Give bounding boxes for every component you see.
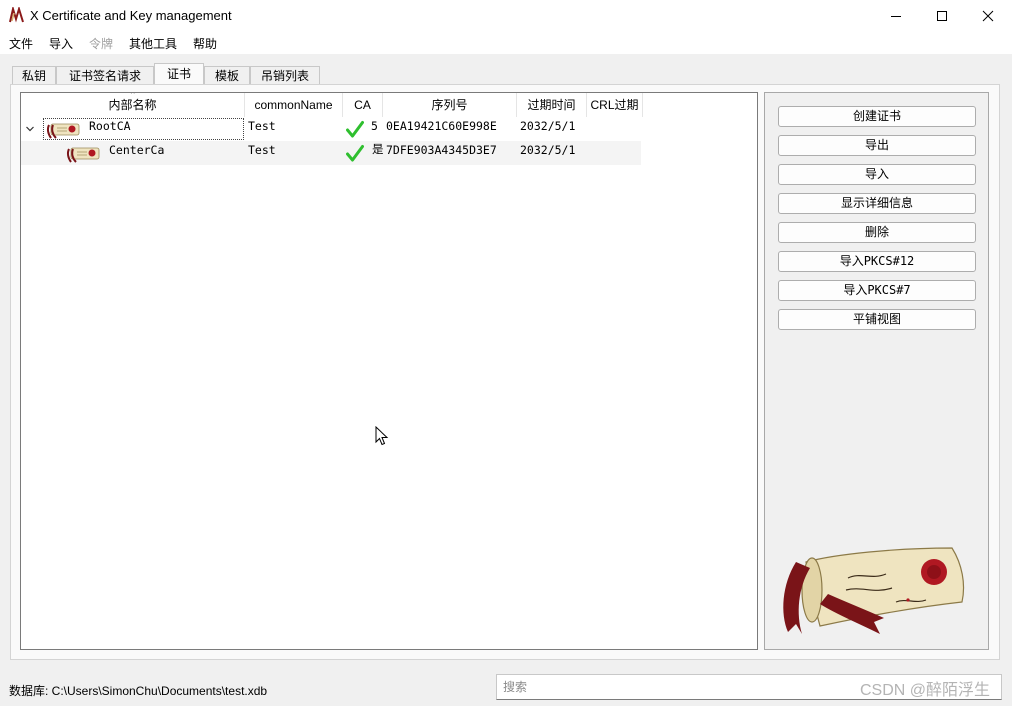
menu-bar: 文件 导入 令牌 其他工具 帮助	[0, 32, 1012, 54]
menu-token[interactable]: 令牌	[89, 35, 113, 52]
cell-ca-extra: 5	[371, 119, 378, 133]
cell-serial: 0EA19421C60E998E	[386, 119, 497, 133]
cell-internal-name: CenterCa	[109, 143, 165, 157]
show-details-button[interactable]: 显示详细信息	[778, 193, 976, 214]
close-icon	[982, 10, 994, 22]
cell-ca-extra: 是	[372, 144, 384, 156]
certificate-tree[interactable]: ⌃ 内部名称 commonName CA 序列号 过期时间 CRL过期 Root…	[20, 92, 758, 650]
cell-serial: 7DFE903A4345D3E7	[386, 143, 497, 157]
import-pkcs12-button[interactable]: 导入PKCS#12	[778, 251, 976, 272]
mouse-cursor-icon	[375, 426, 389, 446]
minimize-button[interactable]	[873, 0, 919, 32]
menu-other-tools[interactable]: 其他工具	[129, 35, 177, 52]
tab-csr[interactable]: 证书签名请求	[56, 66, 154, 84]
maximize-button[interactable]	[919, 0, 965, 32]
tab-certificates[interactable]: 证书	[154, 63, 204, 84]
tab-private-keys[interactable]: 私钥	[12, 66, 56, 84]
column-header-crl-expiry[interactable]: CRL过期	[587, 93, 643, 117]
certificate-scroll-image	[783, 547, 965, 634]
cell-common-name: Test	[248, 119, 276, 133]
maximize-icon	[937, 11, 947, 21]
title-bar: X Certificate and Key management	[0, 0, 1012, 32]
window-title: X Certificate and Key management	[30, 8, 232, 23]
chevron-down-icon[interactable]	[25, 124, 35, 134]
column-header-internal-name[interactable]: ⌃ 内部名称	[21, 93, 245, 117]
checkmark-icon	[346, 121, 364, 138]
tab-bar: 私钥 证书签名请求 证书 模板 吊销列表	[0, 54, 1012, 84]
tile-view-button[interactable]: 平铺视图	[778, 309, 976, 330]
export-button[interactable]: 导出	[778, 135, 976, 156]
tab-templates[interactable]: 模板	[204, 66, 250, 84]
checkmark-icon	[346, 145, 364, 162]
cell-common-name: Test	[248, 143, 276, 157]
import-button[interactable]: 导入	[778, 164, 976, 185]
database-path: 数据库: C:\Users\SimonChu\Documents\test.xd…	[9, 684, 268, 698]
cell-expiry: 2032/5/1	[520, 143, 576, 157]
close-button[interactable]	[965, 0, 1011, 32]
certificate-icon	[46, 123, 80, 139]
menu-import[interactable]: 导入	[49, 35, 73, 52]
app-icon	[9, 7, 24, 23]
sort-indicator-icon: ⌃	[129, 92, 137, 100]
menu-help[interactable]: 帮助	[193, 35, 217, 52]
delete-button[interactable]: 删除	[778, 222, 976, 243]
tab-revocation-lists[interactable]: 吊销列表	[250, 66, 320, 84]
create-certificate-button[interactable]: 创建证书	[778, 106, 976, 127]
watermark-text: CSDN @醉陌浮生	[860, 682, 991, 699]
cell-expiry: 2032/5/1	[520, 119, 576, 133]
menu-file[interactable]: 文件	[9, 35, 33, 52]
minimize-icon	[891, 16, 901, 17]
table-row[interactable]: CenterCa Test 是 7DFE903A4345D3E7 2032/5/…	[21, 141, 641, 165]
certificate-icon	[66, 147, 100, 163]
import-pkcs7-button[interactable]: 导入PKCS#7	[778, 280, 976, 301]
cell-internal-name: RootCA	[89, 119, 131, 133]
